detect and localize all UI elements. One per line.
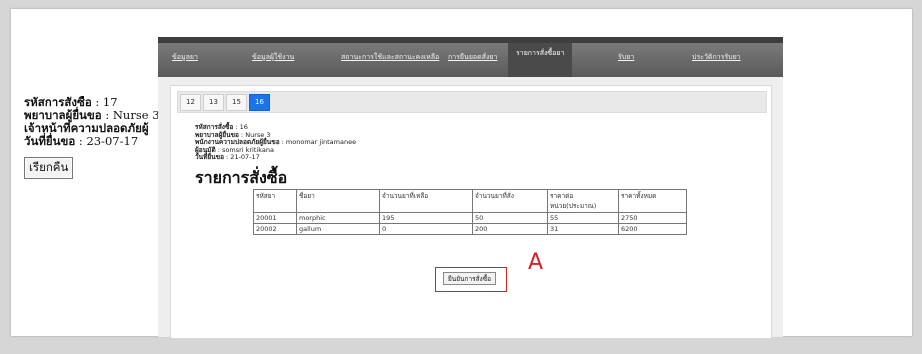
- nav-item-receive-history[interactable]: ประวัติการรับยา: [692, 52, 741, 63]
- return-button[interactable]: เรียกคืน: [24, 157, 74, 179]
- cell-ordered: 50: [472, 212, 548, 224]
- cell-drug-name: gallum: [296, 223, 380, 235]
- order-panel: 12 13 15 16 รหัสการสั่งซื้อ : 16 พยาบาลผ…: [170, 85, 772, 339]
- nav-item-receive-drug[interactable]: รับยา: [618, 52, 634, 63]
- cell-ordered: 200: [472, 223, 548, 235]
- col-header-total: ราคาทั้งหมด: [618, 189, 687, 213]
- detail-date: วันที่ยื่นขอ : 21-07-17: [195, 154, 356, 162]
- embedded-screenshot-frame: ข้อมูลยา ข้อมูลผู้ใช้งาน สถานะการใช้และส…: [158, 37, 783, 339]
- annotation-label-a: A: [528, 250, 544, 275]
- cell-remaining: 195: [379, 212, 473, 224]
- cell-drug-code: 20001: [253, 212, 297, 224]
- nav-item-drug-info[interactable]: ข้อมูลยา: [172, 52, 198, 63]
- detail-date-value: : 21-07-17: [223, 153, 260, 162]
- tab-12[interactable]: 12: [180, 94, 201, 111]
- col-header-remaining: จำนวนยาที่เหลือ: [379, 189, 473, 213]
- col-header-drug-name: ชื่อยา: [296, 189, 380, 213]
- col-header-unit-price: ราคาต่อหน่วย(ประมาณ): [547, 189, 619, 213]
- nav-item-order-list[interactable]: รายการสั่งซื้อยา: [508, 43, 573, 77]
- tab-16[interactable]: 16: [249, 94, 270, 111]
- table-header-row: รหัสยา ชื่อยา จำนวนยาที่เหลือ จำนวนยาที่…: [253, 189, 687, 213]
- cell-remaining: 0: [379, 223, 473, 235]
- left-order-info: รหัสการสั่งซื้อ : 17 พยาบาลผู้ยื่นขอ : N…: [24, 96, 164, 148]
- nav-item-order-confirm[interactable]: การยืนยอดสั่งยา: [448, 52, 497, 63]
- tab-13[interactable]: 13: [203, 94, 224, 111]
- table-row: 20002 gallum 0 200 31 6200: [253, 223, 687, 235]
- detail-date-label: วันที่ยื่นขอ: [195, 153, 224, 162]
- left-date-label: วันที่ยื่นขอ: [24, 134, 76, 148]
- left-date-value: : 23-07-17: [75, 134, 139, 148]
- tab-15[interactable]: 15: [226, 94, 247, 111]
- detail-safety-value: : monomar jintamanee: [279, 138, 357, 147]
- col-header-drug-code: รหัสยา: [253, 189, 297, 213]
- cell-unit-price: 55: [547, 212, 619, 224]
- left-safety-label: เจ้าหน้าที่ความปลอดภัยผู้: [24, 121, 149, 135]
- left-nurse-label: พยาบาลผู้ยื่นขอ: [24, 108, 102, 122]
- confirm-order-button[interactable]: ยืนยันการสั่งซื้อ: [443, 272, 497, 285]
- order-table: รหัสยา ชื่อยา จำนวนยาที่เหลือ จำนวนยาที่…: [253, 189, 687, 235]
- cell-drug-name: morphic: [296, 212, 380, 224]
- nav-item-user-info[interactable]: ข้อมูลผู้ใช้งาน: [252, 52, 294, 63]
- nav-item-usage-status[interactable]: สถานะการใช้และสถานะคงเหลือ: [341, 52, 439, 63]
- order-tabs: 12 13 15 16: [177, 91, 767, 113]
- cell-unit-price: 31: [547, 223, 619, 235]
- top-navbar: ข้อมูลยา ข้อมูลผู้ใช้งาน สถานะการใช้และส…: [158, 37, 783, 77]
- left-nurse-value: : Nurse 3: [101, 108, 160, 122]
- order-details: รหัสการสั่งซื้อ : 16 พยาบาลผู้ยื่นขอ : N…: [195, 123, 357, 162]
- order-list-title: รายการสั่งซื้อ: [195, 168, 288, 187]
- cell-total: 2750: [618, 212, 687, 224]
- table-row: 20001 morphic 195 50 55 2750: [253, 212, 687, 224]
- cell-total: 6200: [618, 223, 687, 235]
- col-header-ordered: จำนวนยาที่สั่ง: [472, 189, 548, 213]
- left-date-row: วันที่ยื่นขอ : 23-07-17: [24, 135, 164, 148]
- cell-drug-code: 20002: [253, 223, 297, 235]
